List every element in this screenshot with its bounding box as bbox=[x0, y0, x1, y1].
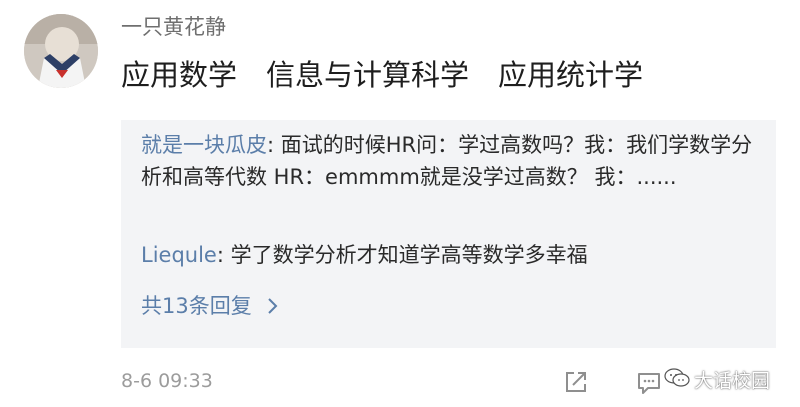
replies-panel: 就是一块瓜皮: 面试的时候HR问：学过高数吗？我：我们学数学分析和高等代数 HR… bbox=[121, 120, 776, 348]
watermark-text: 大话校园 bbox=[694, 370, 771, 392]
share-icon[interactable] bbox=[561, 367, 591, 397]
username[interactable]: 一只黄花静 bbox=[121, 12, 226, 42]
comment-icon[interactable] bbox=[634, 367, 664, 397]
chevron-right-icon bbox=[258, 294, 280, 318]
more-replies-link[interactable]: 共13条回复 bbox=[141, 290, 280, 322]
reply-author[interactable]: 就是一块瓜皮 bbox=[141, 133, 267, 157]
timestamp: 8-6 09:33 bbox=[121, 370, 213, 392]
reply-author[interactable]: Liequle bbox=[141, 243, 217, 267]
reply-separator: : bbox=[216, 243, 231, 267]
more-replies-label: 共13条回复 bbox=[141, 294, 252, 318]
reply-text: 学了数学分析才知道学高等数学多幸福 bbox=[230, 243, 588, 267]
reply-item: 就是一块瓜皮: 面试的时候HR问：学过高数吗？我：我们学数学分析和高等代数 HR… bbox=[141, 129, 761, 193]
comment-text: 应用数学 信息与计算科学 应用统计学 bbox=[121, 58, 644, 92]
reply-item: Liequle: 学了数学分析才知道学高等数学多幸福 bbox=[141, 239, 761, 271]
reply-separator: : bbox=[267, 133, 281, 157]
wechat-icon bbox=[664, 367, 690, 393]
avatar[interactable] bbox=[24, 14, 98, 88]
avatar-image bbox=[24, 14, 98, 88]
watermark: 大话校园 bbox=[664, 366, 770, 393]
